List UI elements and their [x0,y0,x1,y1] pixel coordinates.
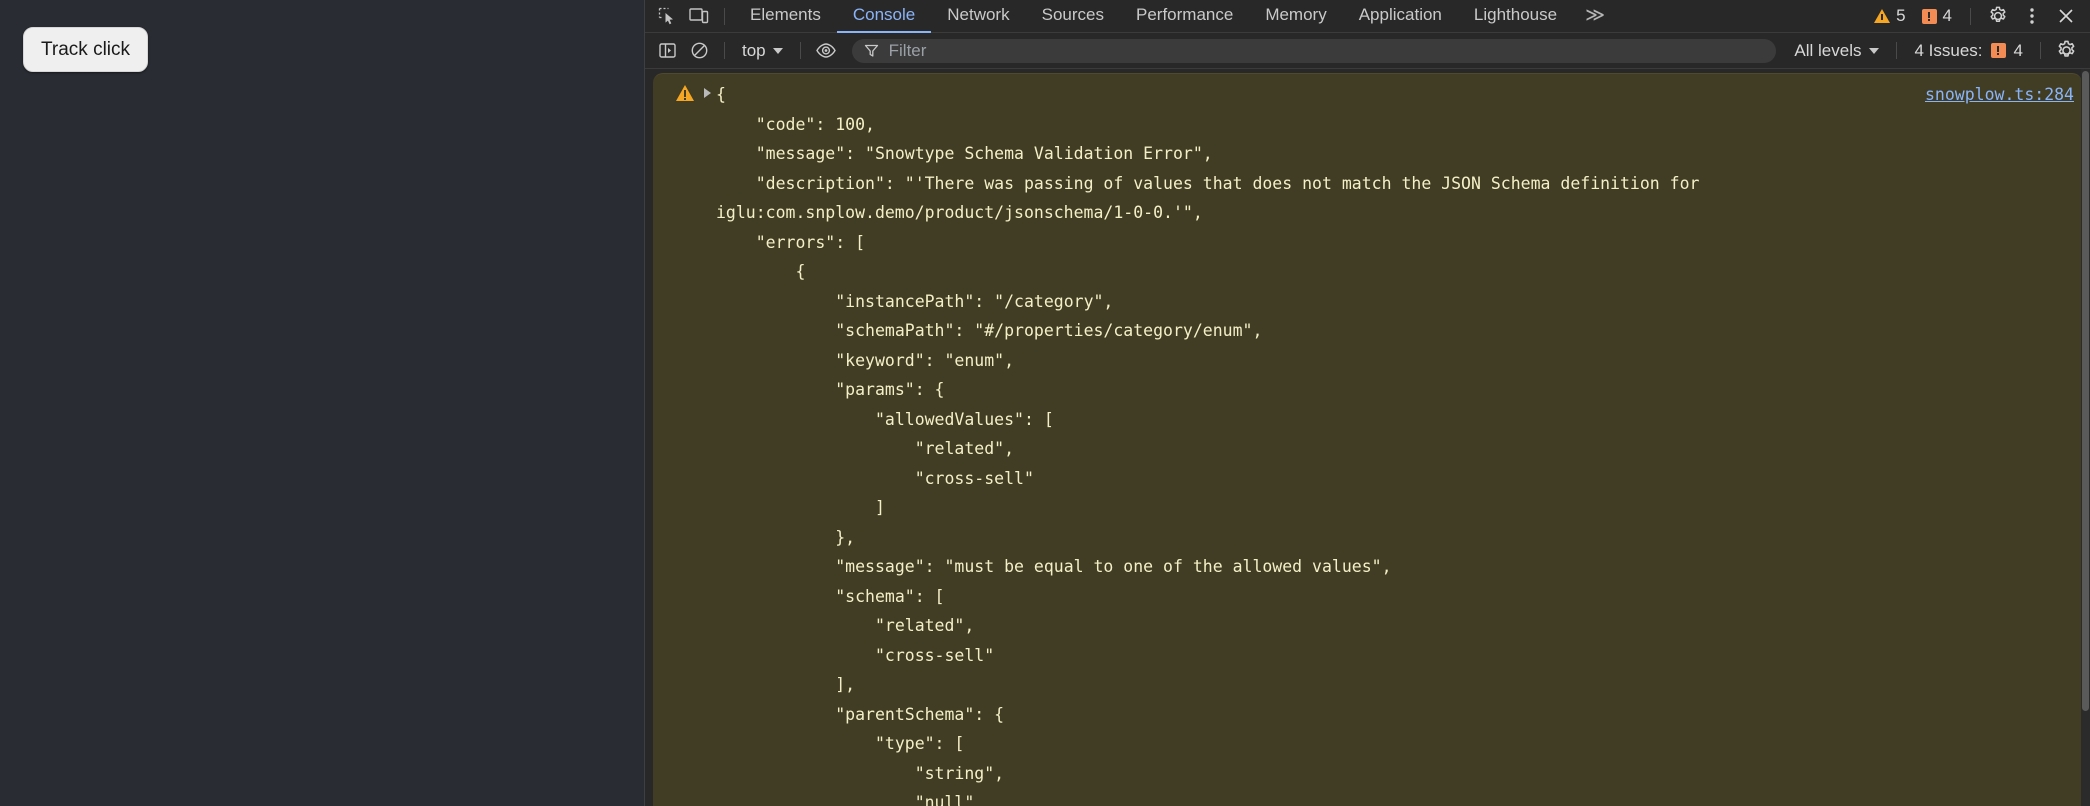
console-filter-bar: top All levels [645,33,2090,69]
devtools-tabs: Elements Console Network Sources Perform… [734,0,1617,33]
filterbar-divider-1 [724,42,725,59]
tab-lighthouse[interactable]: Lighthouse [1458,0,1573,33]
filterbar-divider-3 [1896,42,1898,59]
gear-icon[interactable] [1983,3,2013,29]
inspect-element-icon[interactable] [652,3,682,29]
chevron-down-icon [1869,47,1880,54]
filter-input[interactable] [888,40,1765,61]
chevron-down-icon [772,47,783,54]
console-scrollbar[interactable] [2081,69,2090,806]
issues-label: 4 Issues: [1914,40,1983,60]
console-message-body: snowplow.ts:284 { "code": 100, "message"… [716,80,2082,806]
error-count-badge[interactable]: 4 [1915,4,1959,29]
console-message-warning[interactable]: snowplow.ts:284 { "code": 100, "message"… [653,73,2082,806]
console-scrollbar-thumb[interactable] [2082,71,2089,711]
context-label: top [742,40,766,60]
more-tabs-chevron-icon[interactable]: ≫ [1573,0,1617,33]
warning-count-badge[interactable]: 5 [1867,4,1912,29]
console-message-text: { "code": 100, "message": "Snowtype Sche… [716,85,1700,806]
console-sidebar-icon[interactable] [652,38,682,64]
warning-triangle-icon [676,85,694,101]
filter-input-container[interactable] [851,38,1777,63]
console-context-selector[interactable]: top [734,38,791,63]
console-message-gutter [653,80,698,806]
issues-count: 4 [2013,40,2023,60]
eye-icon[interactable] [811,38,841,64]
kebab-menu-icon[interactable] [2017,3,2047,29]
close-icon[interactable] [2051,3,2081,29]
warning-count-label: 5 [1896,6,1906,25]
issues-summary[interactable]: 4 Issues: 4 [1906,38,2031,63]
track-click-button[interactable]: Track click [23,27,149,72]
tab-console[interactable]: Console [836,0,932,33]
source-link[interactable]: snowplow.ts:284 [1925,85,2074,104]
gear-icon[interactable] [2051,38,2081,64]
web-page-viewport: Track click [0,0,645,806]
app-root: Track click Elements Console Network Sou… [0,0,2090,806]
filterbar-divider-2 [799,42,801,59]
warning-triangle-icon [1874,9,1891,23]
tabstrip-right-divider [1970,7,1971,25]
filterbar-divider-4 [2040,42,2041,59]
issue-error-icon [1990,43,2006,58]
devtools-panel: Elements Console Network Sources Perform… [645,0,2090,806]
tab-sources[interactable]: Sources [1026,0,1120,33]
issue-error-icon [1921,8,1937,24]
device-toolbar-icon[interactable] [684,3,714,29]
tab-network[interactable]: Network [931,0,1025,33]
tabstrip-divider [724,7,725,25]
tab-elements[interactable]: Elements [734,0,837,33]
error-count-label: 4 [1942,6,1952,25]
console-output: snowplow.ts:284 { "code": 100, "message"… [645,69,2090,806]
disclosure-triangle-right-icon [703,88,711,98]
tabstrip-right-controls: 5 4 [1867,3,2090,29]
log-level-label: All levels [1794,40,1862,60]
tab-memory[interactable]: Memory [1249,0,1342,33]
devtools-tabstrip: Elements Console Network Sources Perform… [645,0,2090,33]
filter-icon [864,43,879,58]
expand-object-toggle[interactable] [698,80,716,806]
tab-performance[interactable]: Performance [1120,0,1249,33]
tab-application[interactable]: Application [1343,0,1458,33]
log-level-selector[interactable]: All levels [1786,38,1887,63]
clear-console-icon[interactable] [684,38,714,64]
